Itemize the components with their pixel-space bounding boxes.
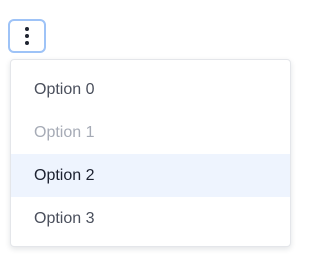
menu-item-label: Option 0 [34, 80, 95, 98]
menu-item-label: Option 2 [34, 166, 95, 184]
dropdown-menu: Option 0 Option 1 Option 2 Option 3 [10, 59, 291, 247]
menu-item-option-2[interactable]: Option 2 [11, 154, 290, 197]
kebab-dot [25, 27, 29, 31]
menu-item-label: Option 3 [34, 209, 95, 227]
menu-item-option-0[interactable]: Option 0 [11, 68, 290, 111]
kebab-dot [25, 41, 29, 45]
kebab-dot [25, 34, 29, 38]
kebab-vertical-icon [25, 27, 29, 45]
menu-item-option-3[interactable]: Option 3 [11, 197, 290, 240]
menu-item-label: Option 1 [34, 123, 95, 141]
more-options-button[interactable] [8, 19, 46, 53]
menu-item-option-1: Option 1 [11, 111, 290, 154]
dropdown-demo: Option 0 Option 1 Option 2 Option 3 [0, 0, 300, 258]
